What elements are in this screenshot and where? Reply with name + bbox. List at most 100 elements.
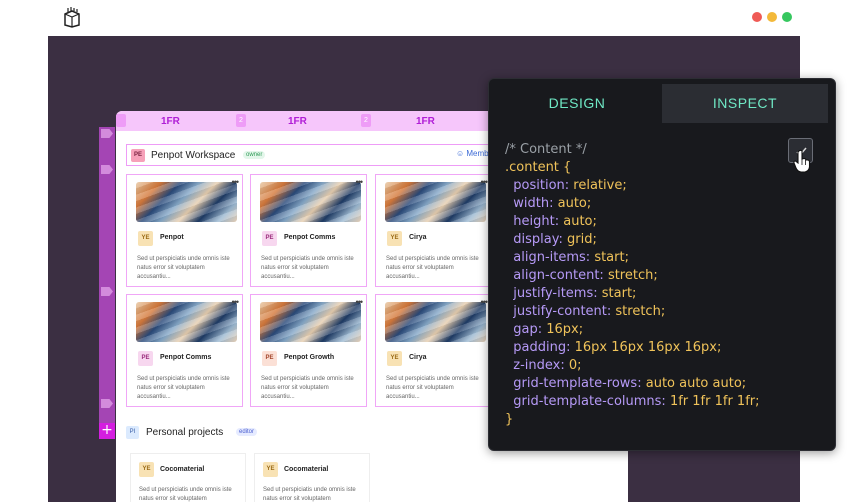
project-thumbnail xyxy=(385,182,486,222)
css-value: 16px; xyxy=(546,322,584,337)
project-name: Cirya xyxy=(409,234,427,241)
role-badge: owner xyxy=(243,151,266,159)
project-description: Sed ut perspiciatis unde omnis iste natu… xyxy=(137,256,230,280)
code-line: height: auto; xyxy=(505,213,760,231)
css-property: height: xyxy=(513,214,560,229)
project-thumbnail xyxy=(136,182,237,222)
maximize-dot[interactable] xyxy=(782,12,792,22)
code-line: .content { xyxy=(505,159,760,177)
column-gap-tag[interactable] xyxy=(116,114,126,127)
code-line: align-items: start; xyxy=(505,249,760,267)
project-name: Penpot Growth xyxy=(284,354,335,361)
project-badge: PE xyxy=(262,351,277,366)
personal-project-card[interactable]: YE Cocomaterial Sed ut perspiciatis unde… xyxy=(255,454,369,502)
project-badge: YE xyxy=(263,462,278,477)
project-badge: YE xyxy=(387,231,402,246)
code-line: /* Content */ xyxy=(505,141,760,159)
css-value: auto auto auto; xyxy=(645,376,747,391)
css-value: stretch; xyxy=(607,268,658,283)
code-line: display: grid; xyxy=(505,231,760,249)
window-controls xyxy=(752,12,792,22)
css-code-block[interactable]: /* Content */ .content { position: relati… xyxy=(505,141,760,429)
css-value: grid; xyxy=(567,232,597,247)
tab-design[interactable]: DESIGN xyxy=(494,84,660,123)
code-line: grid-template-rows: auto auto auto; xyxy=(505,375,760,393)
css-property: grid-template-columns: xyxy=(513,394,666,409)
css-property: grid-template-rows: xyxy=(513,376,642,391)
more-options-icon[interactable]: ••• xyxy=(481,177,489,187)
minimize-dot[interactable] xyxy=(767,12,777,22)
app-stage: + 1FR 2 1FR 2 1FR PE Penpot Workspace ow… xyxy=(0,0,850,502)
users-icon: ☺ xyxy=(456,149,467,158)
code-close-brace: } xyxy=(505,412,514,427)
project-name: Cirya xyxy=(409,354,427,361)
row-gap-tag[interactable] xyxy=(101,129,113,138)
close-dot[interactable] xyxy=(752,12,762,22)
project-description: Sed ut perspiciatis unde omnis iste natu… xyxy=(261,256,354,280)
code-line: grid-template-columns: 1fr 1fr 1fr 1fr; xyxy=(505,393,760,411)
code-selector: .content { xyxy=(505,160,572,175)
row-gap-tag[interactable] xyxy=(101,287,113,296)
project-card[interactable]: ••• PE Penpot Growth Sed ut perspiciatis un… xyxy=(250,294,367,407)
workspace-title: Penpot Workspace xyxy=(151,150,236,161)
code-line: } xyxy=(505,411,760,429)
window-titlebar xyxy=(48,0,800,36)
project-card[interactable]: ••• YE Cirya Sed ut perspiciatis unde omnis… xyxy=(375,294,492,407)
more-options-icon[interactable]: ••• xyxy=(356,177,364,187)
project-thumbnail xyxy=(385,302,486,342)
role-badge: editor xyxy=(236,428,258,436)
track-size-label[interactable]: 1FR xyxy=(161,116,180,127)
css-value: 0; xyxy=(568,358,582,373)
column-gap-tag[interactable]: 2 xyxy=(236,114,246,127)
css-value: 1fr 1fr 1fr 1fr; xyxy=(669,394,760,409)
workspace-header[interactable]: PE Penpot Workspace owner xyxy=(126,144,496,166)
add-row-button[interactable]: + xyxy=(99,423,115,439)
project-card[interactable]: ••• PE Penpot Comms Sed ut perspiciatis und… xyxy=(126,294,243,407)
css-property: position: xyxy=(513,178,570,193)
css-property: z-index: xyxy=(513,358,565,373)
project-name: Penpot Comms xyxy=(160,354,212,361)
track-size-label[interactable]: 1FR xyxy=(416,116,435,127)
project-description: Sed ut perspiciatis unde omnis iste natu… xyxy=(137,376,230,400)
more-options-icon[interactable]: ••• xyxy=(481,297,489,307)
project-description: Sed ut perspiciatis unde omnis iste natu… xyxy=(386,256,479,280)
project-card[interactable]: ••• PE Penpot Comms Sed ut perspiciatis und… xyxy=(250,174,367,287)
projects-grid: ••• YE Penpot Sed ut perspiciatis unde omni… xyxy=(126,174,496,414)
code-line: width: auto; xyxy=(505,195,760,213)
project-card[interactable]: ••• YE Cirya Sed ut perspiciatis unde omnis… xyxy=(375,174,492,287)
tab-inspect[interactable]: INSPECT xyxy=(662,84,828,123)
css-value: auto; xyxy=(563,214,597,229)
members-button[interactable]: ☺ Memb xyxy=(456,149,489,158)
code-line: z-index: 0; xyxy=(505,357,760,375)
project-description: Sed ut perspiciatis unde omnis iste natu… xyxy=(261,376,354,400)
project-badge: PE xyxy=(262,231,277,246)
css-property: align-items: xyxy=(513,250,591,265)
css-value: start; xyxy=(594,250,629,265)
project-card[interactable]: ••• YE Penpot Sed ut perspiciatis unde omni… xyxy=(126,174,243,287)
row-gap-tag[interactable] xyxy=(101,165,113,174)
more-options-icon[interactable]: ••• xyxy=(232,177,240,187)
personal-badge: PI xyxy=(126,426,139,439)
code-line: gap: 16px; xyxy=(505,321,760,339)
project-thumbnail xyxy=(136,302,237,342)
css-value: start; xyxy=(601,286,637,301)
column-gap-tag[interactable]: 2 xyxy=(361,114,371,127)
project-description: Sed ut perspiciatis unde omnis iste natu… xyxy=(139,487,232,502)
personal-title: Personal projects xyxy=(146,427,224,438)
css-property: justify-items: xyxy=(513,286,598,301)
track-size-label[interactable]: 1FR xyxy=(288,116,307,127)
css-property: justify-content: xyxy=(513,304,612,319)
personal-project-card[interactable]: YE Cocomaterial Sed ut perspiciatis unde… xyxy=(131,454,245,502)
css-property: display: xyxy=(513,232,563,247)
more-options-icon[interactable]: ••• xyxy=(356,297,364,307)
project-name: Cocomaterial xyxy=(160,466,205,473)
project-name: Penpot xyxy=(160,234,184,241)
project-thumbnail xyxy=(260,182,361,222)
project-name: Penpot Comms xyxy=(284,234,336,241)
code-line: padding: 16px 16px 16px 16px; xyxy=(505,339,760,357)
row-ruler[interactable] xyxy=(99,127,115,439)
row-gap-tag[interactable] xyxy=(101,399,113,408)
css-value: stretch; xyxy=(615,304,666,319)
more-options-icon[interactable]: ••• xyxy=(232,297,240,307)
css-property: width: xyxy=(513,196,554,211)
